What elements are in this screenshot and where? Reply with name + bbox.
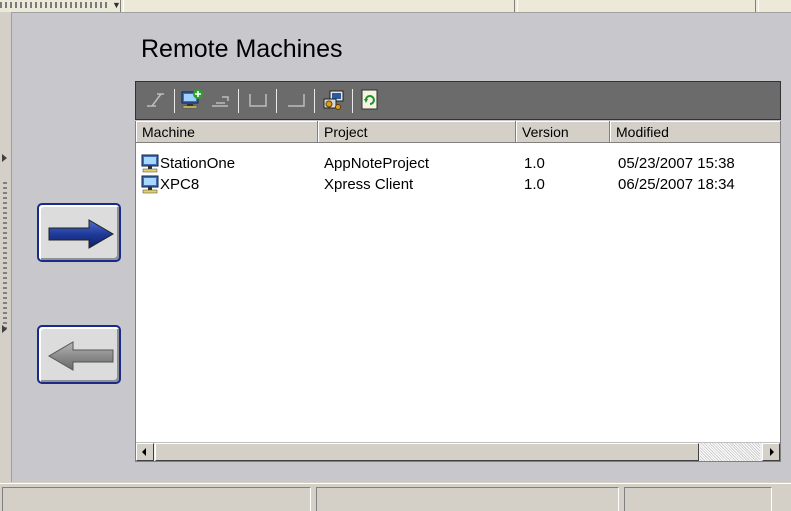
blank-icon-2[interactable] [284,88,308,112]
machine-name: XPC8 [160,176,200,193]
column-header-modified[interactable]: Modified [610,121,780,143]
column-header-project[interactable]: Project [318,121,516,143]
toolbar-separator [755,0,759,12]
disconnect-icon[interactable] [144,88,168,112]
project-name: Xpress Client [324,176,414,193]
chevron-left-icon [142,448,146,456]
chevron-right-icon [770,448,774,456]
toolbar-separator [238,89,239,113]
toolbar-separator [120,0,124,12]
expand-arrow-icon[interactable] [2,325,7,333]
toolbar-separator [174,89,175,113]
blank-icon-1[interactable] [246,88,270,112]
add-machine-icon[interactable] [180,88,204,112]
version-value: 1.0 [524,155,545,172]
toolbar-grip[interactable] [0,2,110,8]
project-name: AppNoteProject [324,155,430,172]
table-row[interactable]: XPC8 Xpress Client 1.0 06/25/2007 18:34 [136,174,780,195]
machine-name: StationOne [160,155,236,172]
machines-toolbar [135,81,781,120]
horizontal-scrollbar[interactable] [136,442,780,461]
transfer-icon[interactable] [322,88,346,112]
toolbar-separator [276,89,277,113]
status-pane [624,487,772,511]
version-value: 1.0 [524,176,545,193]
status-pane [2,487,311,511]
top-toolbar-strip: ▼ [0,0,791,13]
scroll-left-button[interactable] [136,443,154,461]
modified-date: 06/25/2007 18:34 [618,176,735,193]
toolbar-separator [514,0,518,12]
table-row[interactable]: StationOne AppNoteProject 1.0 05/23/2007… [136,153,780,174]
computer-icon [141,175,159,194]
left-splitter[interactable] [0,12,12,482]
scrollbar-thumb[interactable] [155,443,699,461]
splitter-grip[interactable] [3,182,7,332]
expand-arrow-icon[interactable] [2,154,7,162]
arrow-left-icon [48,341,114,371]
modified-date: 05/23/2007 15:38 [618,155,735,172]
refresh-icon[interactable] [358,88,382,112]
remove-machine-icon[interactable] [208,88,232,112]
arrow-right-icon [48,219,114,249]
toolbar-separator [352,89,353,113]
status-bar [0,483,791,511]
toolbar-separator [314,89,315,113]
status-pane [316,487,619,511]
page-title: Remote Machines [141,35,343,63]
column-header-version[interactable]: Version [516,121,610,143]
machines-list[interactable]: Machine Project Version Modified Station… [135,121,781,462]
receive-from-remote-button[interactable] [37,325,121,384]
column-header-machine[interactable]: Machine [136,121,318,143]
scroll-right-button[interactable] [762,443,780,461]
computer-icon [141,154,159,173]
send-to-remote-button[interactable] [37,203,121,262]
scrollbar-track[interactable] [700,443,760,461]
